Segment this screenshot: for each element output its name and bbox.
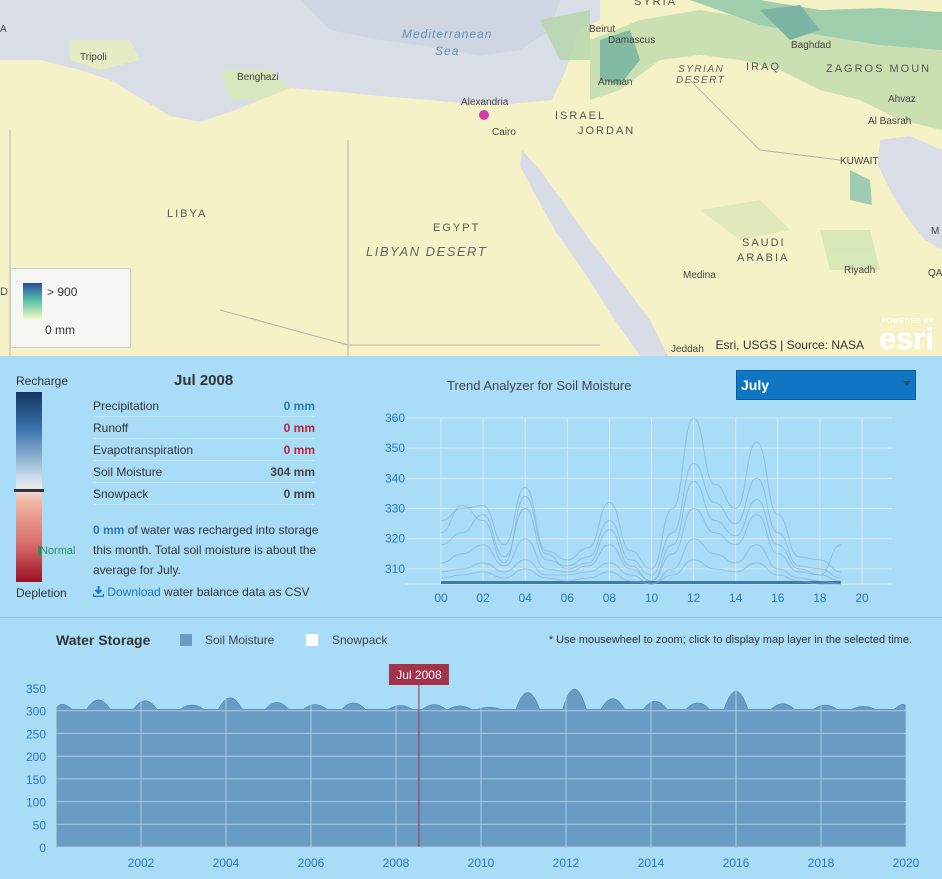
map-view[interactable]: Mediterranean Sea SYRIA Tripoli Benghazi Be… (0, 0, 942, 356)
trend-y-tick: 310 (385, 562, 405, 576)
map-label-cairo: Cairo (492, 127, 516, 138)
map-label-zagros: ZAGROS MOUN (826, 63, 932, 75)
map-label-iraq: IRAQ (746, 61, 781, 73)
trend-x-tick: 18 (813, 591, 827, 605)
trend-series-line (440, 417, 841, 573)
map-legend: > 900 0 mm (10, 268, 131, 348)
map-label-libya: LIBYA (167, 208, 208, 220)
map-attribution: Esri, USGS | Source: NASA (715, 338, 865, 352)
storage-x-tick: 2004 (213, 856, 240, 870)
storage-x-tick: 2014 (638, 856, 665, 870)
trend-y-tick: 360 (385, 411, 405, 425)
legend-color-ramp (23, 283, 42, 319)
trend-x-tick: 14 (729, 591, 743, 605)
storage-x-tick: 2018 (808, 856, 835, 870)
storage-y-tick: 300 (26, 705, 46, 719)
trend-x-tick: 04 (519, 591, 533, 605)
storage-y-tick: 350 (26, 682, 46, 696)
map-label-jordan: JORDAN (578, 125, 636, 137)
map-label-tripoli: Tripoli (80, 52, 107, 63)
storage-x-tick: 2010 (468, 856, 495, 870)
map-label-al-basrah: Al Basrah (868, 116, 912, 127)
trend-y-tick: 350 (385, 441, 405, 455)
trend-chart[interactable]: 310 320 330 340 350 360 00 02 04 06 08 10 12 14 16 18 20 (0, 356, 942, 616)
map-label-alexandria: Alexandria (461, 97, 509, 108)
map-label-m: M (931, 226, 940, 237)
storage-x-tick: 2006 (298, 856, 325, 870)
trend-x-tick: 00 (434, 591, 448, 605)
esri-logo[interactable]: POWERED BY esri (878, 318, 934, 356)
map-label-arabia: ARABIA (737, 252, 790, 264)
storage-y-tick: 0 (39, 841, 46, 855)
map-label-medina: Medina (683, 270, 716, 281)
map-label-syrian-desert-1: SYRIAN (678, 64, 725, 75)
storage-y-tick: 150 (26, 773, 46, 787)
sea-label: Mediterranean Sea (402, 26, 492, 60)
trend-x-tick: 10 (645, 591, 659, 605)
legend-max-label: > 900 (47, 285, 78, 299)
map-label-libyan-desert: LIBYAN DESERT (366, 244, 488, 259)
storage-x-tick: 2012 (553, 856, 580, 870)
map-label-d-left: D (0, 286, 10, 298)
storage-x-tick: 2008 (383, 856, 410, 870)
trend-x-tick: 02 (476, 591, 490, 605)
map-label-amman: Amman (598, 77, 633, 88)
map-label-a-left: A (0, 24, 7, 35)
trend-x-tick: 12 (687, 591, 701, 605)
storage-y-tick: 250 (26, 727, 46, 741)
storage-y-tick: 50 (33, 818, 47, 832)
storage-x-tick: 2002 (128, 856, 155, 870)
sea-label-line-1: Mediterranean (402, 27, 493, 41)
trend-x-tick: 06 (561, 591, 575, 605)
trend-x-tick: 08 (603, 591, 617, 605)
trend-y-tick: 340 (385, 471, 405, 485)
map-label-syrian-desert-2: DESERT (676, 75, 726, 86)
map-label-ahvaz: Ahvaz (888, 94, 916, 105)
map-label-benghazi: Benghazi (237, 72, 279, 83)
storage-x-tick: 2020 (893, 856, 920, 870)
sea-label-line-2: Sea (435, 44, 460, 58)
map-label-baghdad: Baghdad (791, 40, 832, 51)
storage-chart[interactable]: 0 50 100 150 200 250 300 350 2002 2004 2006 2008 201… (0, 618, 942, 878)
storage-y-tick: 100 (26, 796, 46, 810)
storage-y-tick: 200 (26, 750, 46, 764)
red-sea (520, 150, 668, 356)
trend-x-tick: 20 (855, 591, 869, 605)
map-label-saudi: SAUDI (742, 237, 786, 249)
legend-min-label: 0 mm (45, 323, 75, 337)
trend-x-tick: 16 (771, 591, 785, 605)
storage-x-tick: 2016 (723, 856, 750, 870)
map-label-qa: QA (928, 268, 942, 279)
trend-series-line (440, 480, 842, 582)
map-label-jeddah: Jeddah (671, 344, 704, 355)
map-label-kuwait: KUWAIT (840, 156, 879, 167)
selected-time-label: Jul 2008 (396, 668, 442, 682)
map-label-syria: SYRIA (634, 0, 678, 8)
map-label-egypt: EGYPT (433, 222, 481, 234)
map-label-israel: ISRAEL (555, 110, 607, 122)
map-label-riyadh: Riyadh (844, 265, 876, 276)
esri-wordmark: esri (878, 321, 934, 356)
trend-y-tick: 330 (385, 502, 405, 516)
alexandria-marker (479, 110, 489, 120)
trend-series-line (440, 508, 841, 582)
map-label-damascus: Damascus (608, 35, 656, 46)
trend-y-tick: 320 (385, 532, 405, 546)
map-label-beirut: Beirut (589, 24, 616, 35)
